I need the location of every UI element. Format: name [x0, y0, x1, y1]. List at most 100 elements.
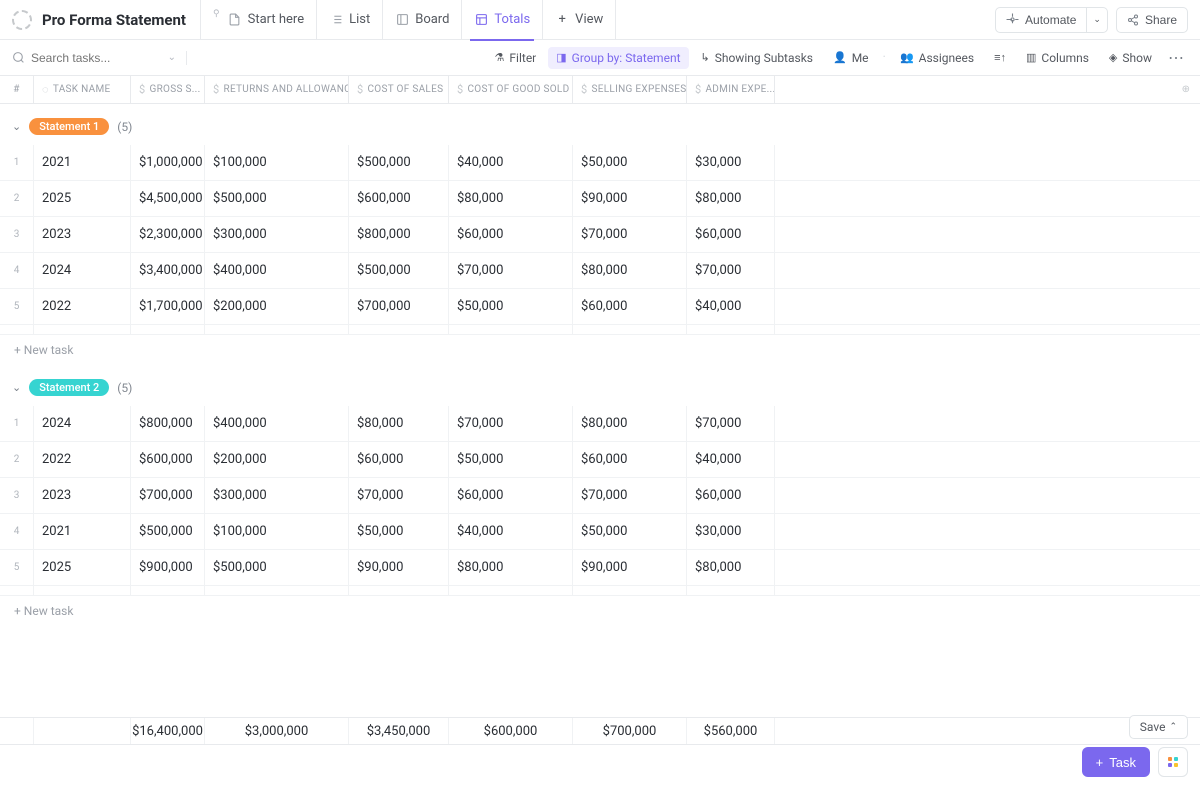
cell-cost-good[interactable]: $40,000	[449, 514, 573, 549]
tab-board[interactable]: Board	[382, 0, 461, 40]
table-row[interactable]: 1 2021 $1,000,000 $100,000 $500,000 $40,…	[0, 145, 1200, 181]
add-task-link[interactable]: + New task	[0, 596, 1200, 626]
table-row[interactable]: 4 2024 $3,400,000 $400,000 $500,000 $70,…	[0, 253, 1200, 289]
cell-admin[interactable]: $30,000	[687, 145, 775, 180]
cell-selling[interactable]: $90,000	[573, 550, 687, 585]
cell-selling[interactable]: $50,000	[573, 514, 687, 549]
cell-returns[interactable]: $300,000	[205, 217, 349, 252]
subtasks-chip[interactable]: ↳Showing Subtasks	[693, 47, 821, 69]
cell-gross[interactable]: $900,000	[131, 550, 205, 585]
cell-returns[interactable]: $200,000	[205, 289, 349, 324]
apps-button[interactable]	[1158, 747, 1188, 777]
share-button[interactable]: Share	[1116, 7, 1188, 33]
header-task-name[interactable]: ◌TASK NAME	[34, 76, 131, 103]
cell-gross[interactable]: $700,000	[131, 478, 205, 513]
header-cost-sales[interactable]: $COST OF SALES	[349, 76, 449, 103]
cell-admin[interactable]: $80,000	[687, 181, 775, 216]
cell-gross[interactable]: $4,500,000	[131, 181, 205, 216]
header-gross[interactable]: $GROSS S...	[131, 76, 205, 103]
cell-cost-good[interactable]: $40,000	[449, 145, 573, 180]
cell-admin[interactable]: $70,000	[687, 406, 775, 441]
add-column-button[interactable]: ⊕	[1172, 76, 1200, 103]
tab-add-view[interactable]: + View	[542, 0, 616, 40]
cell-cost-sales[interactable]: $50,000	[349, 514, 449, 549]
me-chip[interactable]: 👤Me	[825, 47, 877, 69]
cell-cost-sales[interactable]: $500,000	[349, 253, 449, 288]
collapse-icon[interactable]: ⌄	[12, 381, 21, 394]
cell-gross[interactable]: $500,000	[131, 514, 205, 549]
automate-dropdown[interactable]: ⌄	[1087, 7, 1108, 33]
header-admin[interactable]: $ADMIN EXPE...	[687, 76, 775, 103]
cell-admin[interactable]: $80,000	[687, 550, 775, 585]
cell-returns[interactable]: $100,000	[205, 145, 349, 180]
cell-selling[interactable]: $60,000	[573, 289, 687, 324]
group-pill[interactable]: Statement 2	[29, 379, 109, 396]
cell-cost-good[interactable]: $80,000	[449, 181, 573, 216]
filter-chip[interactable]: ⚗Filter	[487, 47, 545, 69]
cell-returns[interactable]: $400,000	[205, 406, 349, 441]
cell-admin[interactable]: $30,000	[687, 514, 775, 549]
search-input[interactable]	[31, 51, 151, 65]
cell-admin[interactable]: $40,000	[687, 442, 775, 477]
cell-cost-sales[interactable]: $700,000	[349, 289, 449, 324]
cell-name[interactable]: 2023	[34, 478, 131, 513]
table-row[interactable]: 2 2022 $600,000 $200,000 $60,000 $50,000…	[0, 442, 1200, 478]
cell-name[interactable]: 2021	[34, 514, 131, 549]
cell-returns[interactable]: $400,000	[205, 253, 349, 288]
new-task-button[interactable]: + Task	[1082, 747, 1150, 777]
cell-gross[interactable]: $2,300,000	[131, 217, 205, 252]
cell-cost-good[interactable]: $60,000	[449, 478, 573, 513]
cell-gross[interactable]: $1,700,000	[131, 289, 205, 324]
cell-name[interactable]: 2022	[34, 289, 131, 324]
cell-cost-good[interactable]: $50,000	[449, 289, 573, 324]
group-by-chip[interactable]: ◨Group by: Statement	[548, 47, 688, 69]
columns-chip[interactable]: ▥Columns	[1018, 47, 1097, 69]
cell-returns[interactable]: $100,000	[205, 514, 349, 549]
tab-totals[interactable]: Totals	[461, 0, 542, 40]
cell-cost-sales[interactable]: $800,000	[349, 217, 449, 252]
cell-admin[interactable]: $40,000	[687, 289, 775, 324]
cell-cost-sales[interactable]: $80,000	[349, 406, 449, 441]
cell-admin[interactable]: $60,000	[687, 217, 775, 252]
table-row[interactable]: 3 2023 $2,300,000 $300,000 $800,000 $60,…	[0, 217, 1200, 253]
cell-selling[interactable]: $50,000	[573, 145, 687, 180]
chevron-down-icon[interactable]: ⌄	[168, 52, 176, 63]
cell-selling[interactable]: $90,000	[573, 181, 687, 216]
table-row[interactable]: 2 2025 $4,500,000 $500,000 $600,000 $80,…	[0, 181, 1200, 217]
cell-selling[interactable]: $60,000	[573, 442, 687, 477]
save-button[interactable]: Save ⌃	[1129, 715, 1188, 739]
cell-name[interactable]: 2025	[34, 550, 131, 585]
assignees-chip[interactable]: 👥Assignees	[892, 47, 982, 69]
show-chip[interactable]: ◈Show	[1101, 47, 1160, 69]
cell-name[interactable]: 2023	[34, 217, 131, 252]
header-cost-good[interactable]: $COST OF GOOD SOLD	[449, 76, 573, 103]
add-task-link[interactable]: + New task	[0, 335, 1200, 365]
group-pill[interactable]: Statement 1	[29, 118, 109, 135]
table-row[interactable]: 5 2025 $900,000 $500,000 $90,000 $80,000…	[0, 550, 1200, 586]
cell-cost-good[interactable]: $70,000	[449, 406, 573, 441]
more-icon[interactable]: ⋯	[1164, 48, 1188, 67]
cell-gross[interactable]: $3,400,000	[131, 253, 205, 288]
cell-name[interactable]: 2021	[34, 145, 131, 180]
table-row[interactable]: 4 2021 $500,000 $100,000 $50,000 $40,000…	[0, 514, 1200, 550]
tab-start-here[interactable]: ⚲ Start here	[200, 0, 316, 40]
cell-selling[interactable]: $70,000	[573, 478, 687, 513]
header-returns[interactable]: $RETURNS AND ALLOWANC...	[205, 76, 349, 103]
cell-returns[interactable]: $500,000	[205, 181, 349, 216]
cell-cost-sales[interactable]: $500,000	[349, 145, 449, 180]
header-selling[interactable]: $SELLING EXPENSES	[573, 76, 687, 103]
cell-cost-sales[interactable]: $60,000	[349, 442, 449, 477]
cell-gross[interactable]: $1,000,000	[131, 145, 205, 180]
cell-name[interactable]: 2025	[34, 181, 131, 216]
tab-list[interactable]: List	[316, 0, 382, 40]
table-row[interactable]: 3 2023 $700,000 $300,000 $70,000 $60,000…	[0, 478, 1200, 514]
cell-selling[interactable]: $80,000	[573, 253, 687, 288]
cell-returns[interactable]: $200,000	[205, 442, 349, 477]
cell-admin[interactable]: $70,000	[687, 253, 775, 288]
cell-returns[interactable]: $300,000	[205, 478, 349, 513]
cell-gross[interactable]: $600,000	[131, 442, 205, 477]
table-row[interactable]: 1 2024 $800,000 $400,000 $80,000 $70,000…	[0, 406, 1200, 442]
cell-cost-sales[interactable]: $70,000	[349, 478, 449, 513]
cell-cost-sales[interactable]: $600,000	[349, 181, 449, 216]
cell-selling[interactable]: $80,000	[573, 406, 687, 441]
